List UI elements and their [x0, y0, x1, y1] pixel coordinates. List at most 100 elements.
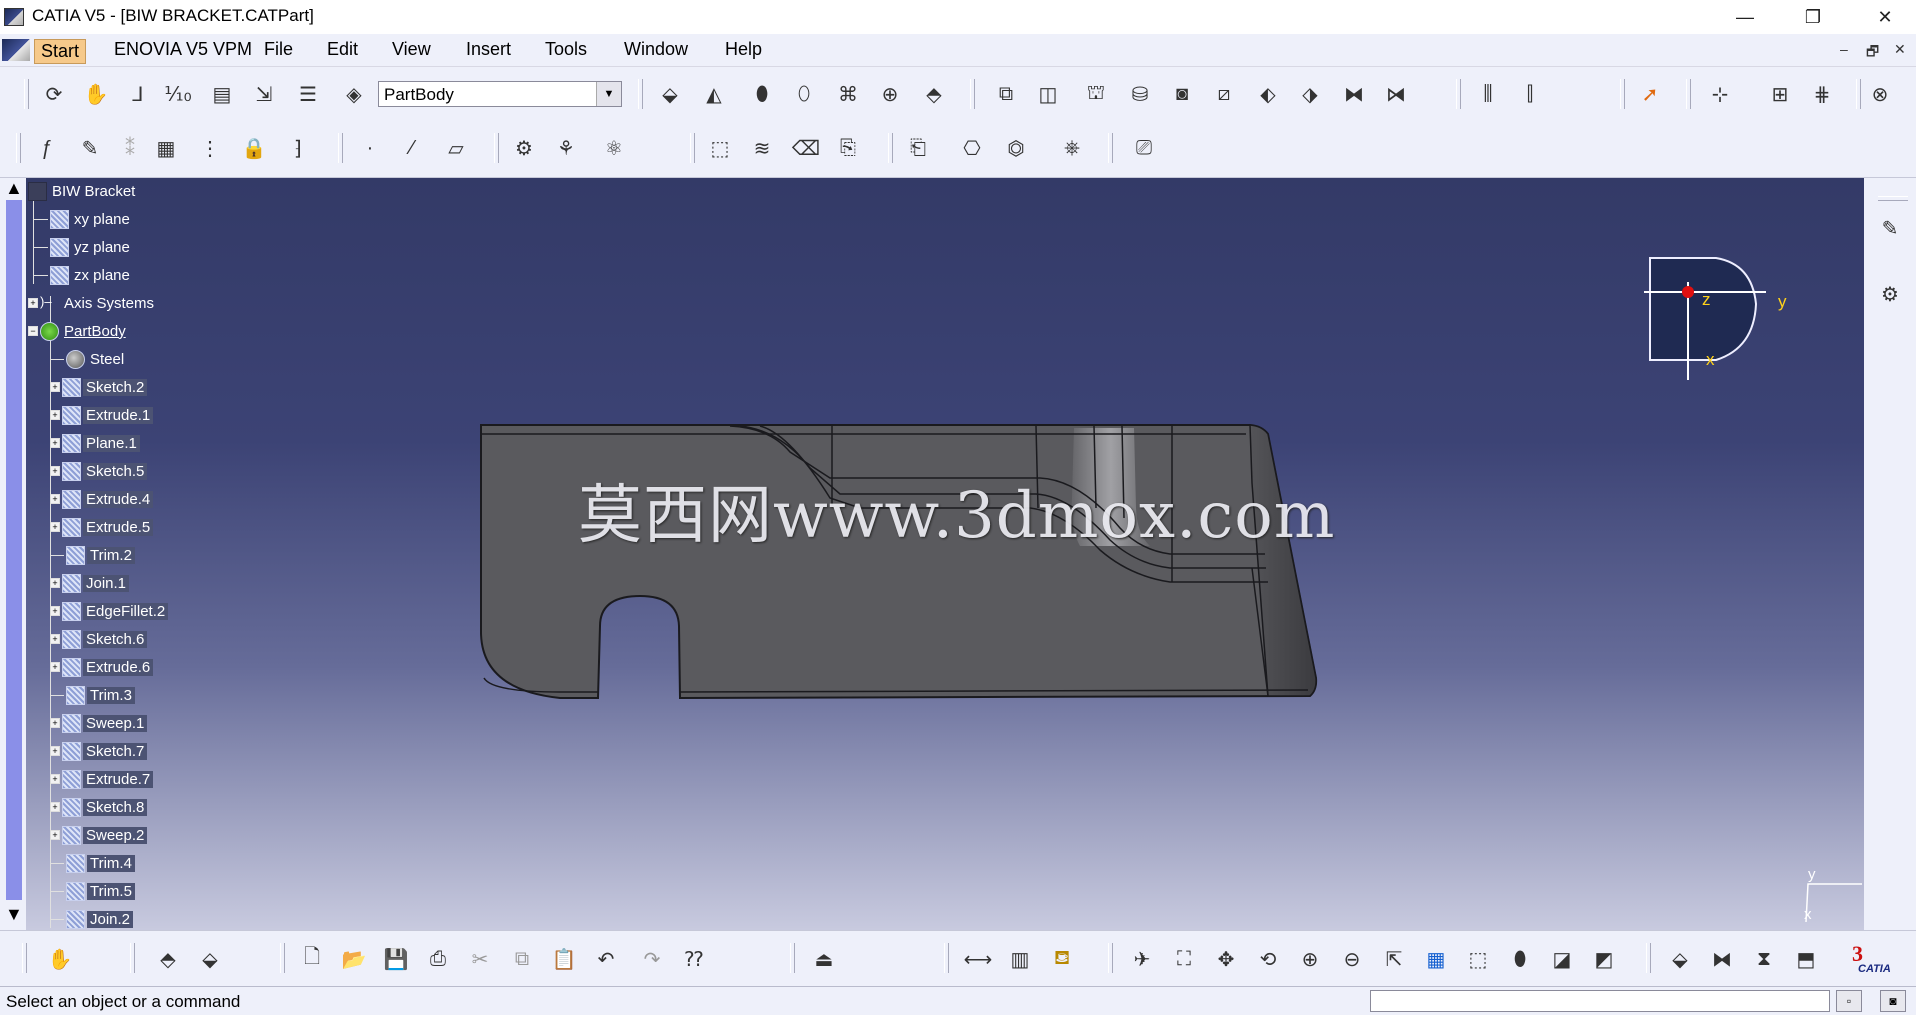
- sketch-tool-icon[interactable]: ✎: [1876, 214, 1904, 242]
- chevron-down-icon[interactable]: ▼: [596, 82, 621, 106]
- spine-icon[interactable]: ≋: [748, 134, 776, 162]
- toolbar-grip[interactable]: [690, 133, 695, 163]
- shape-design-icon[interactable]: ⬙: [196, 945, 224, 973]
- toolbar-grip[interactable]: [130, 943, 135, 973]
- menu-edit[interactable]: Edit: [327, 39, 358, 60]
- toolbar-grip[interactable]: [1108, 133, 1113, 163]
- mdi-close-button[interactable]: ✕: [1894, 41, 1906, 58]
- close-button[interactable]: ✕: [1856, 0, 1914, 34]
- 3d-viewport[interactable]: ▲ ▼ BIW Bracket xy plane yz plane zx pla…: [0, 178, 1864, 930]
- toolbar-grip[interactable]: [1108, 943, 1113, 973]
- status-button-1[interactable]: ▫: [1836, 990, 1862, 1012]
- repetition-icon[interactable]: ⫼: [1474, 80, 1502, 108]
- sketcher-icon[interactable]: ⚙: [510, 134, 538, 162]
- point-icon[interactable]: ·: [356, 134, 384, 162]
- minimize-button[interactable]: —: [1716, 0, 1774, 34]
- macro-icon[interactable]: ⏏: [810, 945, 838, 973]
- fillet-icon[interactable]: ⧓: [1340, 80, 1368, 108]
- fly-mode-icon[interactable]: ✈: [1128, 945, 1156, 973]
- open-workbench-icon[interactable]: ✋: [46, 945, 74, 973]
- mdi-restore-button[interactable]: 🗗: [1866, 41, 1879, 65]
- equation-icon[interactable]: ⁆: [284, 134, 312, 162]
- formula-icon[interactable]: ƒ: [32, 134, 60, 162]
- fit-all-icon[interactable]: ⛶: [1170, 945, 1198, 973]
- toolbar-grip[interactable]: [888, 133, 893, 163]
- settings-gear-icon[interactable]: ⚙: [1876, 280, 1904, 308]
- toolbar-grip[interactable]: [1456, 79, 1461, 109]
- scene-icon[interactable]: ⧗: [1750, 945, 1778, 973]
- analysis-icon[interactable]: ⫿: [1516, 80, 1544, 108]
- sweep-icon[interactable]: ⌘: [834, 80, 862, 108]
- measure-inertia-icon[interactable]: ⛾: [1048, 945, 1076, 973]
- work-on-support-icon[interactable]: ⊞: [1766, 80, 1794, 108]
- render-icon[interactable]: ⧓: [1708, 945, 1736, 973]
- compass-widget[interactable]: [1640, 248, 1790, 388]
- part-design-icon[interactable]: ⬘: [154, 945, 182, 973]
- extract-icon[interactable]: ⬗: [1296, 80, 1324, 108]
- hide-show-icon[interactable]: ◪: [1548, 945, 1576, 973]
- copy-icon[interactable]: ⧉: [508, 945, 536, 973]
- toolbar-grip[interactable]: [1856, 79, 1861, 109]
- join-icon[interactable]: ◙: [1168, 80, 1196, 108]
- toolbar-grip[interactable]: [1686, 79, 1691, 109]
- catalog-icon[interactable]: ⎚: [1130, 134, 1158, 162]
- curve-offset-icon[interactable]: ⬚: [706, 134, 734, 162]
- zoom-in-icon[interactable]: ⊕: [1296, 945, 1324, 973]
- revolve-icon[interactable]: ◭: [700, 80, 728, 108]
- status-button-2[interactable]: ◙: [1880, 990, 1906, 1012]
- thick-surface-icon[interactable]: ◫: [1034, 80, 1062, 108]
- whats-this-icon[interactable]: ⁇: [680, 945, 708, 973]
- select-arrow-icon[interactable]: ➚: [1636, 80, 1664, 108]
- menu-view[interactable]: View: [392, 39, 431, 60]
- apply-material-icon[interactable]: ⬙: [1666, 945, 1694, 973]
- undo-icon[interactable]: ↶: [592, 945, 620, 973]
- cylinder-icon[interactable]: ⬯: [790, 80, 818, 108]
- menu-window[interactable]: Window: [624, 39, 688, 60]
- paste-icon[interactable]: 📋: [550, 945, 578, 973]
- body-selector-dropdown[interactable]: PartBody ▼: [378, 81, 622, 107]
- zoom-out-icon[interactable]: ⊖: [1338, 945, 1366, 973]
- mdi-minimize-button[interactable]: –: [1840, 41, 1848, 57]
- split-icon[interactable]: ⧄: [1210, 80, 1238, 108]
- eraser-icon[interactable]: ⌫: [792, 134, 820, 162]
- print-icon[interactable]: ⎙: [424, 945, 452, 973]
- ordered-set-icon[interactable]: ⇲: [250, 80, 278, 108]
- new-icon[interactable]: 🗋: [298, 945, 326, 973]
- toolbar-grip[interactable]: [1620, 79, 1625, 109]
- menu-insert[interactable]: Insert: [466, 39, 511, 60]
- menu-logo-icon[interactable]: [2, 39, 30, 61]
- sphere-icon[interactable]: ⬮: [748, 80, 776, 108]
- publish-icon[interactable]: ⏣: [1002, 134, 1030, 162]
- sew-surface-icon[interactable]: ⛁: [1126, 80, 1154, 108]
- show-hide-icon[interactable]: ⅒: [164, 80, 192, 108]
- menu-enovia[interactable]: ENOVIA V5 VPM: [114, 39, 252, 60]
- menu-start[interactable]: Start: [34, 39, 87, 64]
- boundary-icon[interactable]: ⎘: [834, 134, 862, 162]
- normal-view-icon[interactable]: ⇱: [1380, 945, 1408, 973]
- hybrid-body-icon[interactable]: ⎔: [958, 134, 986, 162]
- fill-icon[interactable]: ⊕: [876, 80, 904, 108]
- toolbar-grip[interactable]: [494, 133, 499, 163]
- toolbar-grip[interactable]: [1878, 196, 1908, 201]
- positioned-sketch-icon[interactable]: ⚘: [552, 134, 580, 162]
- transform-icon[interactable]: ⧒: [1382, 80, 1410, 108]
- axis-system-icon[interactable]: ⅃: [124, 80, 152, 108]
- toolbar-grip[interactable]: [338, 133, 343, 163]
- multi-view-icon[interactable]: ▦: [1422, 945, 1450, 973]
- menu-tools[interactable]: Tools: [545, 39, 587, 60]
- line-icon[interactable]: ⁄: [398, 134, 426, 162]
- layer-icon[interactable]: ◈: [340, 80, 368, 108]
- law-icon[interactable]: ⋮: [196, 134, 224, 162]
- instantiate-icon[interactable]: ⚛: [600, 134, 628, 162]
- toolbar-grip[interactable]: [638, 79, 643, 109]
- swap-visible-space-icon[interactable]: ◩: [1590, 945, 1618, 973]
- rotate-icon[interactable]: ⟲: [1254, 945, 1282, 973]
- toolbar-grip[interactable]: [24, 79, 29, 109]
- iso-view-icon[interactable]: ⬚: [1464, 945, 1492, 973]
- open-folder-icon[interactable]: 📂: [340, 945, 368, 973]
- offset-icon[interactable]: ⧉: [992, 80, 1020, 108]
- close-surface-icon[interactable]: ⛫: [1082, 80, 1110, 108]
- command-input[interactable]: [1370, 990, 1830, 1012]
- compass-tool-icon[interactable]: ⊗: [1866, 80, 1894, 108]
- snap-point-icon[interactable]: ⊹: [1706, 80, 1734, 108]
